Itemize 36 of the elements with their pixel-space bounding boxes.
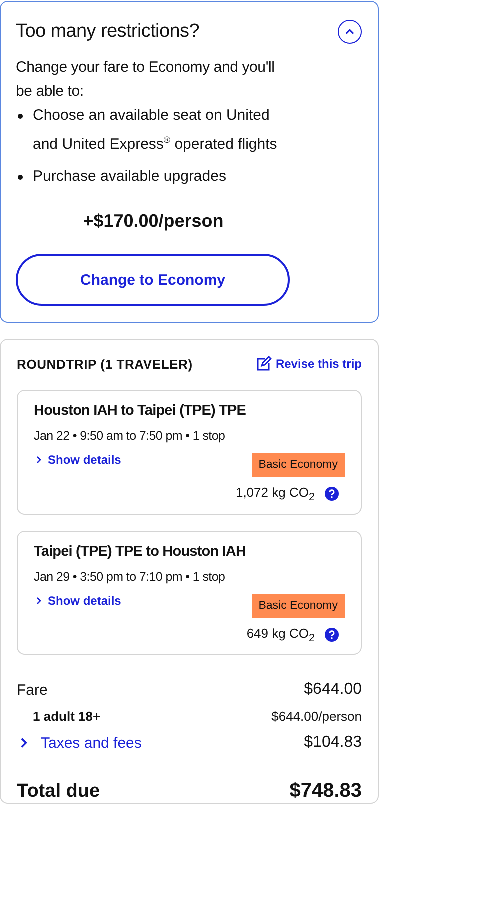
collapse-button[interactable] [338,20,362,44]
price-amount: $104.83 [304,734,362,752]
trip-heading: ROUNDTRIP (1 TRAVELER) [17,356,193,372]
help-icon [325,628,339,642]
emissions-text: 649 kg CO$_{2}$ [246,626,315,644]
upgrade-price: +$170.00/person [82,211,225,232]
chevron-icon [34,455,44,465]
price-amount: $748.83 [290,780,362,804]
benefit-item: Purchase available upgrades [33,167,228,187]
price-label: Fare [17,682,48,699]
help-icon [325,487,339,502]
benefit-item: Choose an available seat on United and United Express$^{®}$ operated flights [33,106,278,155]
price-label: Total due [17,780,100,803]
revise-trip-link[interactable]: Revise this trip [256,356,362,372]
price-label: 1 adult 18+ [33,709,101,724]
upsell-intro: Change your fare to Economy and you'll be able to: [16,58,276,102]
flight-route: Taipei (TPE) TPE to Houston IAH [34,544,248,560]
fare-badge: Basic Economy [252,453,345,477]
flight-schedule: Jan 29 • 3:50 pm to 7:10 pm • 1 stop [34,570,226,584]
help-button[interactable] [325,487,339,502]
change-to-economy-button[interactable]: Change to Economy [16,254,290,306]
flight-schedule: Jan 22 • 9:50 am to 7:50 pm • 1 stop [34,429,226,443]
flight-route: Houston IAH to Taipei (TPE) TPE [34,403,248,419]
bullet-icon [18,114,23,119]
upsell-title: Too many restrictions? [16,21,200,43]
show-details-link[interactable]: Show details [34,453,122,467]
price-amount: $644.00/person [272,709,362,724]
help-button[interactable] [325,628,339,642]
bullet-icon [18,175,23,180]
show-details-link[interactable]: Show details [34,594,122,608]
chevron-icon [34,596,44,606]
emissions-text: 1,072 kg CO$_{2}$ [236,485,315,504]
edit-icon [256,356,272,372]
price-amount: $644.00 [304,681,362,700]
taxes-link[interactable]: Taxes and fees [17,734,142,752]
fare-badge: Basic Economy [252,594,345,618]
